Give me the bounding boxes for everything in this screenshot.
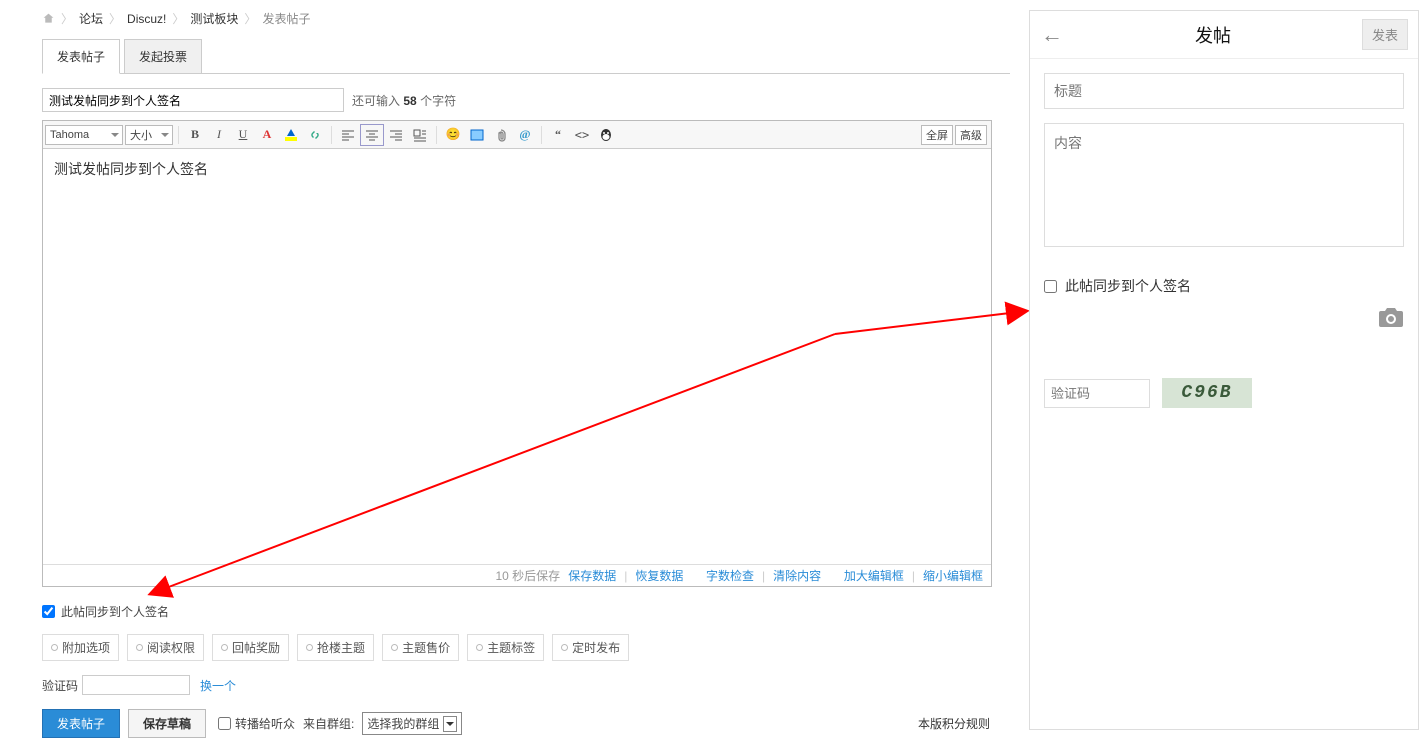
sync-signature-label: 此帖同步到个人签名	[61, 603, 169, 620]
tab-new-poll[interactable]: 发起投票	[124, 39, 202, 74]
save-draft-button[interactable]: 保存草稿	[128, 709, 206, 738]
bg-color-button[interactable]	[280, 125, 302, 145]
underline-button[interactable]: U	[232, 125, 254, 145]
italic-button[interactable]: I	[208, 125, 230, 145]
camera-icon[interactable]	[1044, 306, 1404, 334]
fullscreen-button[interactable]: 全屏	[921, 125, 953, 145]
opt-rush[interactable]: 抢楼主题	[297, 634, 374, 661]
sync-signature-checkbox[interactable]	[42, 605, 55, 618]
captcha-image[interactable]: C96B	[1162, 378, 1252, 408]
editor-content[interactable]: 测试发帖同步到个人签名	[43, 149, 991, 564]
back-icon[interactable]: ←	[1040, 22, 1064, 48]
editor-footer: 10 秒后保存 保存数据| 恢复数据 字数检查| 清除内容 加大编辑框| 缩小编…	[43, 564, 991, 586]
shrink-editor-link[interactable]: 缩小编辑框	[923, 567, 983, 584]
mobile-sync-checkbox[interactable]	[1044, 280, 1057, 293]
attach-button[interactable]	[490, 125, 512, 145]
emoji-button[interactable]: 😊	[442, 125, 464, 145]
align-right-button[interactable]	[385, 125, 407, 145]
group-label: 来自群组:	[303, 715, 354, 732]
extra-options-row: 附加选项 阅读权限 回帖奖励 抢楼主题 主题售价 主题标签 定时发布	[42, 634, 1010, 661]
broadcast-checkbox[interactable]	[218, 717, 231, 730]
crumb-current: 发表帖子	[262, 10, 310, 27]
opt-tags[interactable]: 主题标签	[467, 634, 544, 661]
rich-editor: Tahoma 大小 B I U A 😊 @ “ <> 全屏 高	[42, 120, 992, 587]
change-captcha-link[interactable]: 换一个	[200, 677, 236, 694]
font-select[interactable]: Tahoma	[45, 125, 123, 145]
qq-icon[interactable]	[595, 125, 617, 145]
mobile-verify-row: C96B	[1044, 378, 1404, 408]
verify-input[interactable]	[82, 675, 190, 695]
mobile-publish-button[interactable]: 发表	[1362, 19, 1408, 50]
float-button[interactable]	[409, 125, 431, 145]
save-data-link[interactable]: 保存数据	[568, 567, 616, 584]
broadcast-option[interactable]: 转播给听众	[218, 715, 295, 732]
crumb-discuz[interactable]: Discuz!	[127, 12, 166, 26]
restore-data-link[interactable]: 恢复数据	[635, 567, 683, 584]
font-size-select[interactable]: 大小	[125, 125, 173, 145]
sync-signature-row: 此帖同步到个人签名	[42, 603, 1010, 620]
wordcheck-link[interactable]: 字数检查	[706, 567, 754, 584]
post-title-input[interactable]	[42, 88, 344, 112]
align-center-button[interactable]	[361, 125, 383, 145]
breadcrumb: 〉论坛 〉Discuz! 〉测试板块 〉发表帖子	[42, 10, 1010, 27]
bold-button[interactable]: B	[184, 125, 206, 145]
enlarge-editor-link[interactable]: 加大编辑框	[844, 567, 904, 584]
mobile-sync-label: 此帖同步到个人签名	[1065, 276, 1191, 296]
opt-price[interactable]: 主题售价	[382, 634, 459, 661]
home-icon[interactable]	[42, 12, 55, 25]
submit-post-button[interactable]: 发表帖子	[42, 709, 120, 738]
opt-reply-reward[interactable]: 回帖奖励	[212, 634, 289, 661]
mobile-preview-panel: ← 发帖 发表 此帖同步到个人签名 C96B	[1029, 10, 1419, 730]
image-button[interactable]	[466, 125, 488, 145]
mobile-title-input[interactable]	[1044, 73, 1404, 109]
at-button[interactable]: @	[514, 125, 536, 145]
mobile-verify-input[interactable]	[1044, 379, 1150, 408]
mobile-page-title: 发帖	[1064, 22, 1362, 48]
post-type-tabs: 发表帖子 发起投票	[42, 39, 1010, 74]
advanced-button[interactable]: 高级	[955, 125, 987, 145]
editor-toolbar: Tahoma 大小 B I U A 😊 @ “ <> 全屏 高	[43, 121, 991, 149]
link-button[interactable]	[304, 125, 326, 145]
mobile-sync-row: 此帖同步到个人签名	[1044, 276, 1404, 296]
verify-label: 验证码	[42, 677, 78, 694]
crumb-forum[interactable]: 论坛	[79, 10, 103, 27]
autosave-label: 10 秒后保存	[496, 567, 561, 584]
mobile-header: ← 发帖 发表	[1030, 11, 1418, 59]
board-rules-link[interactable]: 本版积分规则	[918, 715, 990, 732]
font-color-button[interactable]: A	[256, 125, 278, 145]
opt-extra[interactable]: 附加选项	[42, 634, 119, 661]
opt-schedule[interactable]: 定时发布	[552, 634, 629, 661]
crumb-board[interactable]: 测试板块	[190, 10, 238, 27]
verify-row: 验证码 换一个	[42, 675, 1010, 695]
quote-button[interactable]: “	[547, 125, 569, 145]
code-button[interactable]: <>	[571, 125, 593, 145]
opt-read-perm[interactable]: 阅读权限	[127, 634, 204, 661]
tab-new-post[interactable]: 发表帖子	[42, 39, 120, 74]
align-left-button[interactable]	[337, 125, 359, 145]
submit-row: 发表帖子 保存草稿 转播给听众 来自群组: 选择我的群组 本版积分规则	[42, 709, 1010, 738]
mobile-content-input[interactable]	[1044, 123, 1404, 247]
clear-content-link[interactable]: 清除内容	[773, 567, 821, 584]
char-count: 还可输入 58 个字符	[352, 92, 456, 109]
group-select[interactable]: 选择我的群组	[362, 712, 462, 735]
